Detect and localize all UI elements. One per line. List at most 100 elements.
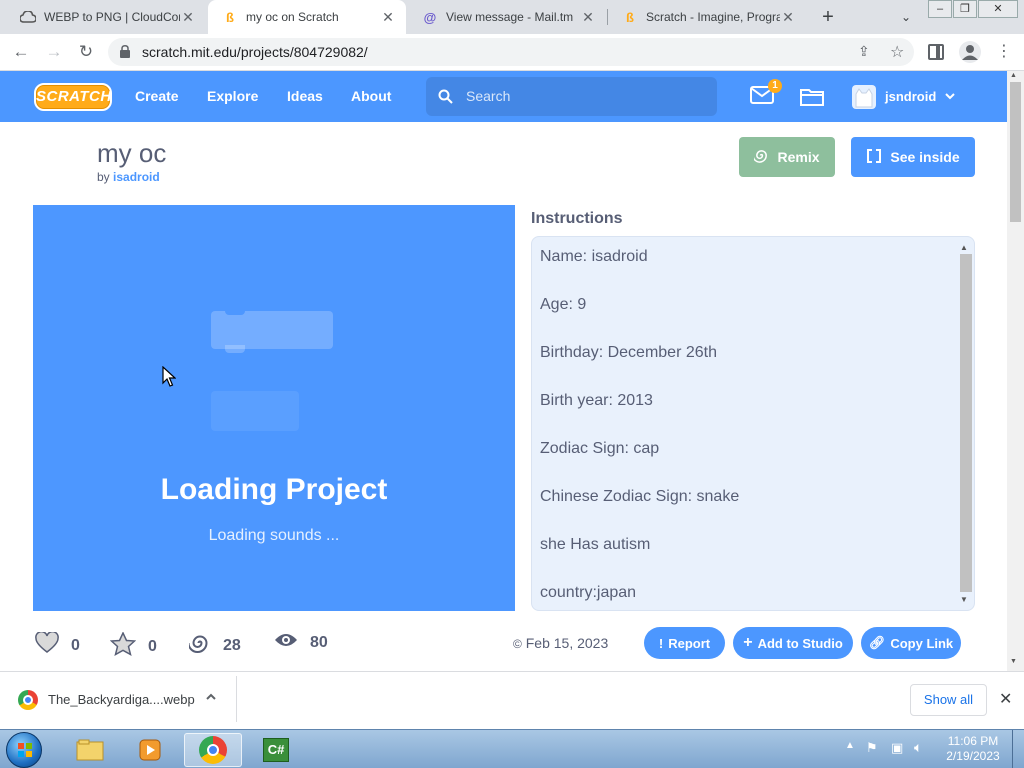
scroll-down-icon[interactable]: ▼ (1010, 658, 1017, 665)
views-stat: 80 (274, 632, 328, 653)
close-icon[interactable]: ✕ (999, 689, 1012, 709)
project-stage[interactable]: Loading Project Loading sounds ... (33, 205, 515, 611)
my-stuff-folder-icon[interactable] (800, 87, 824, 111)
download-filename[interactable]: The_Backyardiga....webp (48, 692, 195, 707)
flag-icon[interactable]: ⚑ (866, 740, 878, 756)
chevron-down-icon[interactable] (944, 89, 956, 107)
scratch-navbar: SCRATCH Create Explore Ideas About Searc… (0, 71, 1007, 122)
copyright-icon: © (513, 637, 522, 651)
clock-date: 2/19/2023 (946, 749, 1000, 763)
instruction-line: Name: isadroid (540, 248, 648, 265)
instructions-scrollbar[interactable] (960, 254, 972, 592)
reload-icon[interactable]: ↻ (74, 40, 98, 64)
instruction-line: she Has autism (540, 536, 651, 553)
at-icon: @ (423, 9, 437, 25)
mouse-cursor-icon (162, 365, 177, 392)
copy-link-button[interactable]: 🔗︎ Copy Link (861, 627, 961, 659)
close-icon[interactable]: ✕ (180, 9, 196, 26)
notification-badge: 1 (768, 79, 782, 93)
nav-about[interactable]: About (351, 71, 391, 122)
forward-arrow-icon[interactable]: → (42, 40, 66, 64)
download-bar: The_Backyardiga....webp Show all ✕ (0, 671, 1024, 729)
instruction-line: Birthday: December 26th (540, 344, 717, 361)
side-panel-icon[interactable] (928, 44, 944, 60)
scratch-logo[interactable]: SCRATCH (34, 83, 112, 111)
see-inside-button[interactable]: See inside (851, 137, 975, 177)
username-label[interactable]: jsndroid (885, 71, 936, 122)
remix-button[interactable]: Remix (739, 137, 835, 177)
csharp-app-icon[interactable]: C# (250, 733, 302, 767)
media-player-icon[interactable] (124, 733, 176, 767)
lock-icon (120, 45, 130, 63)
scroll-down-icon[interactable]: ▼ (960, 595, 968, 604)
close-icon[interactable]: ✕ (580, 9, 596, 26)
page-scrollbar-thumb[interactable] (1010, 82, 1021, 222)
download-divider (236, 676, 237, 722)
profile-avatar-icon[interactable] (959, 41, 981, 63)
scroll-up-icon[interactable]: ▲ (1010, 72, 1017, 79)
window-close-icon[interactable]: ✕ (978, 0, 1018, 18)
user-avatar[interactable] (852, 85, 876, 109)
nav-ideas[interactable]: Ideas (287, 71, 323, 122)
link-icon: 🔗︎ (868, 635, 886, 650)
show-desktop-button[interactable] (1012, 730, 1024, 768)
messages-icon[interactable]: 1 (750, 79, 782, 110)
file-explorer-icon[interactable] (64, 733, 116, 767)
exclamation-icon: ! (658, 635, 664, 651)
favorite-stat[interactable]: 0 (109, 631, 157, 661)
heart-icon (35, 630, 59, 659)
restore-icon[interactable]: ❐ (953, 0, 977, 18)
project-title: my oc (97, 138, 167, 168)
url-text: scratch.mit.edu/projects/804729082/ (142, 44, 368, 60)
project-byline: by isadroid (97, 170, 160, 184)
browser-tab-strip: WEBP to PNG | CloudCon ✕ ß my oc on Scra… (0, 0, 1024, 34)
address-bar[interactable]: scratch.mit.edu/projects/804729082/ ⇪ ☆ (108, 38, 914, 66)
search-input[interactable]: Search (426, 77, 717, 116)
nav-explore[interactable]: Explore (207, 71, 258, 122)
remix-count-stat: 28 (187, 632, 241, 659)
tab-search-icon[interactable]: ⌄ (896, 5, 916, 29)
eye-icon (274, 632, 298, 653)
instruction-line: country:japan (540, 584, 637, 601)
remix-spiral-icon (187, 632, 211, 659)
close-icon[interactable]: ✕ (380, 9, 396, 26)
instructions-panel[interactable]: Name: isadroid Age: 9 Birthday: December… (531, 236, 975, 611)
back-arrow-icon[interactable]: ← (9, 40, 33, 64)
show-all-button[interactable]: Show all (910, 684, 987, 716)
share-icon[interactable]: ⇪ (858, 43, 870, 60)
minimize-icon[interactable]: – (928, 0, 952, 18)
star-icon (109, 631, 137, 661)
scratch-icon: ß (226, 9, 234, 25)
love-stat[interactable]: 0 (35, 630, 80, 659)
network-icon[interactable]: ▣ (891, 740, 903, 756)
instruction-line: Zodiac Sign: cap (540, 440, 660, 457)
nav-create[interactable]: Create (135, 71, 179, 122)
report-button[interactable]: ! Report (644, 627, 725, 659)
add-to-studio-button[interactable]: + Add to Studio (733, 627, 853, 659)
tab-my-oc[interactable]: ß my oc on Scratch ✕ (208, 0, 406, 34)
instructions-heading: Instructions (531, 210, 623, 227)
tab-webp-to-png[interactable]: WEBP to PNG | CloudCon ✕ (6, 0, 206, 34)
by-label: by (97, 170, 110, 184)
close-icon[interactable]: ✕ (780, 9, 796, 26)
search-placeholder: Search (466, 88, 511, 104)
volume-icon[interactable]: 🔈︎ (914, 739, 922, 756)
see-inside-icon (866, 148, 882, 166)
bookmark-star-icon[interactable]: ☆ (890, 42, 904, 62)
plus-icon: + (743, 634, 753, 651)
scroll-up-icon[interactable]: ▲ (960, 243, 968, 252)
new-tab-icon[interactable]: + (816, 5, 840, 29)
windows-taskbar: C# ▲ ⚑ ▣ 🔈︎ 11:06 PM 2/19/2023 (0, 729, 1024, 768)
tab-mail-tm[interactable]: @ View message - Mail.tm ✕ (408, 0, 606, 34)
remix-spiral-icon (752, 148, 769, 166)
menu-kebab-icon[interactable]: ⋮ (996, 41, 1012, 61)
chevron-up-icon[interactable] (204, 690, 218, 709)
show-hidden-icons[interactable]: ▲ (845, 740, 855, 751)
cloudconvert-icon (20, 9, 36, 25)
chrome-taskbar-icon[interactable] (184, 733, 242, 767)
start-button[interactable] (6, 732, 42, 768)
tab-scratch-home[interactable]: ß Scratch - Imagine, Progra ✕ (608, 0, 806, 34)
clock[interactable]: 11:06 PM 2/19/2023 (940, 734, 1006, 764)
scratch-icon: ß (626, 9, 634, 25)
author-link[interactable]: isadroid (113, 170, 160, 184)
